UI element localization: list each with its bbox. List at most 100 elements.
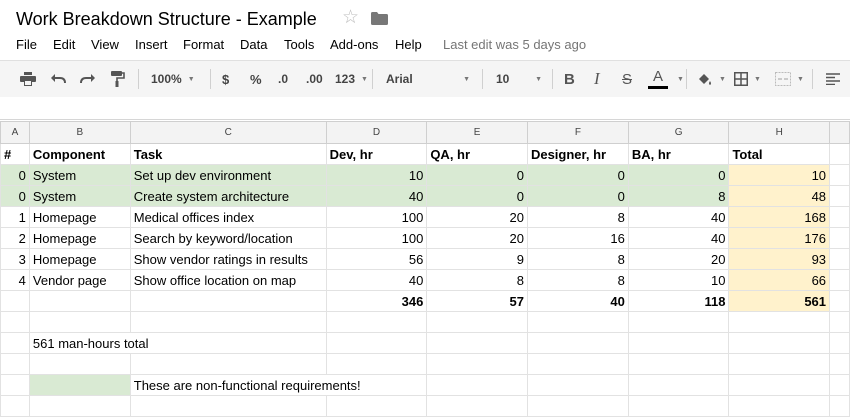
cell[interactable] [0,290,30,312]
menu-insert[interactable]: Insert [135,37,168,52]
cell[interactable] [829,227,850,249]
cell[interactable]: # [0,143,30,165]
cell[interactable]: 56 [325,248,428,270]
column-header-f[interactable]: F [526,121,629,144]
percent-format-button[interactable]: % [250,61,262,97]
cell[interactable] [627,332,730,354]
cell[interactable]: 40 [627,227,730,249]
cell[interactable]: Show vendor ratings in results [129,248,327,270]
folder-icon[interactable] [371,12,388,25]
font-size-select[interactable]: 10 ▼ [496,61,542,97]
cell[interactable] [325,332,428,354]
cell[interactable]: 20 [627,248,730,270]
cell[interactable]: 48 [728,185,831,207]
column-header-b[interactable]: B [28,121,131,144]
italic-button[interactable]: I [594,61,600,97]
cell[interactable] [526,353,629,375]
menu-edit[interactable]: Edit [53,37,75,52]
zoom-select[interactable]: 100% ▼ [151,61,195,97]
cell[interactable] [426,332,528,354]
cell[interactable]: Designer, hr [526,143,629,165]
undo-icon[interactable] [50,61,66,97]
note-total-cell[interactable]: 561 man-hours total [28,332,327,354]
cell[interactable]: Homepage [28,248,131,270]
cell[interactable] [129,353,327,375]
cell[interactable]: 57 [426,290,528,312]
cell[interactable]: Component [28,143,131,165]
cell[interactable] [829,374,850,396]
menu-file[interactable]: File [16,37,37,52]
cell[interactable]: 8 [526,269,629,291]
cell[interactable]: 8 [526,248,629,270]
cell[interactable]: 10 [627,269,730,291]
cell[interactable] [829,269,850,291]
cell[interactable] [829,332,850,354]
strikethrough-button[interactable]: S [622,61,632,97]
cell[interactable]: Task [129,143,327,165]
menu-help[interactable]: Help [395,37,422,52]
cell[interactable] [28,395,131,417]
column-header-d[interactable]: D [325,121,428,144]
legend-text-cell[interactable]: These are non-functional requirements! [129,374,428,396]
cell[interactable]: 0 [0,185,30,207]
cell[interactable]: 40 [526,290,629,312]
cell[interactable]: 100 [325,227,428,249]
cell[interactable] [426,311,528,333]
font-select[interactable]: Arial ▼ [386,61,470,97]
cell[interactable] [129,395,327,417]
cell[interactable] [728,395,831,417]
document-title[interactable]: Work Breakdown Structure - Example [16,9,317,30]
cell[interactable] [526,395,629,417]
cell[interactable]: Total [728,143,831,165]
cell[interactable] [0,395,30,417]
cell[interactable] [829,143,850,165]
redo-icon[interactable] [80,61,96,97]
cell[interactable] [728,353,831,375]
cell[interactable]: 16 [526,227,629,249]
column-header-c[interactable]: C [129,121,327,144]
cell[interactable] [728,311,831,333]
decrease-decimals-button[interactable]: .0 [278,61,288,97]
cell[interactable] [627,395,730,417]
cell[interactable]: 0 [526,185,629,207]
cell[interactable]: 1 [0,206,30,228]
cell[interactable]: 2 [0,227,30,249]
menu-add-ons[interactable]: Add-ons [330,37,378,52]
cell[interactable] [325,395,428,417]
cell[interactable] [28,311,131,333]
cell[interactable] [28,290,131,312]
cell[interactable]: Show office location on map [129,269,327,291]
cell[interactable] [0,374,30,396]
cell[interactable]: 20 [426,227,528,249]
cell[interactable]: 20 [426,206,528,228]
menu-view[interactable]: View [91,37,119,52]
column-header-g[interactable]: G [627,121,730,144]
cell[interactable] [426,395,528,417]
cell[interactable] [627,311,730,333]
cell[interactable] [28,353,131,375]
print-icon[interactable] [20,61,36,97]
cell[interactable] [325,353,428,375]
cell[interactable] [829,395,850,417]
cell[interactable]: 4 [0,269,30,291]
cell[interactable]: 0 [426,185,528,207]
cell[interactable]: 40 [325,269,428,291]
cell[interactable]: 8 [627,185,730,207]
increase-decimals-button[interactable]: .00 [306,61,323,97]
cell[interactable] [728,374,831,396]
cell[interactable]: 0 [627,164,730,186]
cell[interactable]: 40 [325,185,428,207]
column-header-i[interactable] [829,121,850,144]
cell[interactable]: QA, hr [426,143,528,165]
cell[interactable] [829,290,850,312]
cell[interactable]: Search by keyword/location [129,227,327,249]
cell[interactable]: 346 [325,290,428,312]
cell[interactable] [526,332,629,354]
menu-data[interactable]: Data [240,37,267,52]
cell[interactable] [829,311,850,333]
fill-color-button[interactable]: ▼ [697,61,726,97]
cell[interactable] [129,311,327,333]
cell[interactable] [426,374,528,396]
cell[interactable]: 0 [526,164,629,186]
cell[interactable]: 40 [627,206,730,228]
